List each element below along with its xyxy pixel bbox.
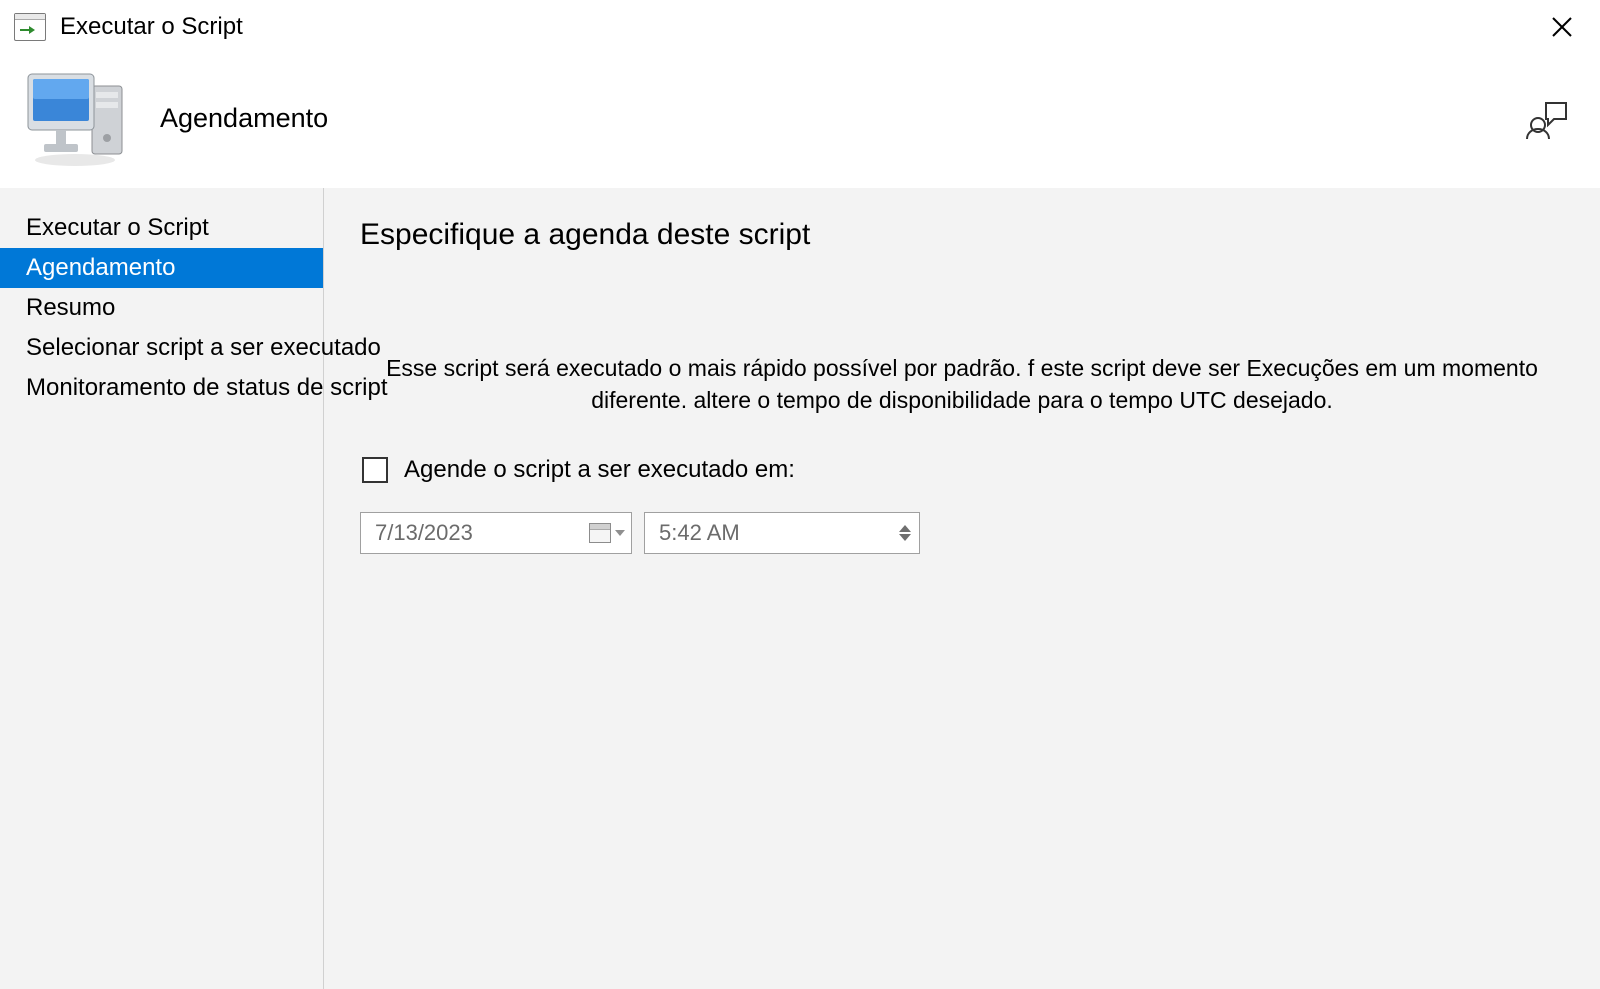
sidebar-item-label: Agendamento — [26, 254, 175, 281]
schedule-inputs-row: 7/13/2023 5:42 AM — [360, 512, 1564, 554]
sidebar-item-agendamento[interactable]: Agendamento — [0, 248, 323, 288]
schedule-checkbox-row: Agende o script a ser executado em: — [362, 456, 1564, 484]
chevron-down-icon — [899, 534, 911, 541]
sidebar-item-resumo[interactable]: Resumo — [0, 288, 323, 328]
window-title: Executar o Script — [60, 13, 243, 41]
page-title: Agendamento — [160, 103, 328, 134]
chevron-up-icon — [899, 525, 911, 532]
date-field[interactable]: 7/13/2023 — [360, 512, 632, 554]
close-button[interactable] — [1544, 9, 1580, 45]
close-icon — [1551, 16, 1573, 38]
date-value: 7/13/2023 — [375, 520, 473, 546]
content-description: Esse script será executado o mais rápido… — [360, 352, 1564, 416]
title-bar: Executar o Script — [0, 0, 1600, 54]
chevron-down-icon — [615, 530, 625, 536]
calendar-icon — [589, 523, 611, 543]
content-heading: Especifique a agenda deste script — [360, 218, 1564, 252]
sidebar-item-monitoramento[interactable]: Monitoramento de status de script — [0, 368, 323, 408]
schedule-checkbox-label: Agende o script a ser executado em: — [404, 456, 795, 484]
app-icon — [14, 13, 46, 41]
time-field[interactable]: 5:42 AM — [644, 512, 920, 554]
time-spinner[interactable] — [895, 525, 915, 541]
header: Agendamento — [0, 54, 1600, 188]
computer-icon — [20, 68, 130, 168]
feedback-icon[interactable] — [1524, 95, 1570, 141]
time-value: 5:42 AM — [659, 520, 740, 546]
content: Especifique a agenda deste script Esse s… — [324, 188, 1600, 989]
schedule-checkbox[interactable] — [362, 457, 388, 483]
sidebar-item-selecionar-script[interactable]: Selecionar script a ser executado — [0, 328, 323, 368]
sidebar-item-label: Resumo — [26, 294, 115, 321]
sidebar-item-executar-o-script[interactable]: Executar o Script — [0, 208, 323, 248]
sidebar-item-label: Executar o Script — [26, 214, 209, 241]
sidebar: Executar o Script Agendamento Resumo Sel… — [0, 188, 324, 989]
date-picker-button[interactable] — [589, 523, 625, 543]
